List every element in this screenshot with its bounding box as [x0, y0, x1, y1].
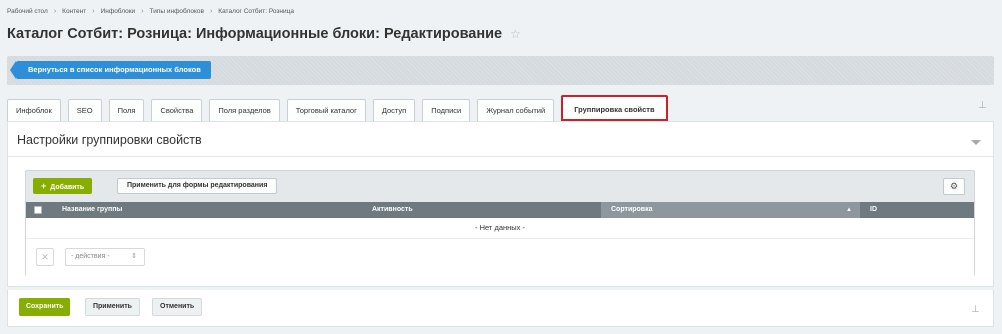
column-header-id[interactable]: ID [860, 202, 974, 218]
delete-icon[interactable]: ✕ [36, 248, 54, 266]
breadcrumb-separator: › [53, 8, 57, 15]
tab-section-fields[interactable]: Поля разделов [209, 99, 280, 121]
breadcrumb: Рабочий стол › Контент › Инфоблоки › Тип… [7, 8, 294, 15]
save-button[interactable]: Сохранить [19, 298, 71, 316]
cancel-button[interactable]: Отменить [152, 298, 203, 316]
column-header-group-name[interactable]: Название группы [62, 202, 372, 218]
tab-seo[interactable]: SEO [67, 99, 102, 121]
tab-infoblock[interactable]: Инфоблок [7, 99, 61, 121]
add-button[interactable]: + Добавить [33, 178, 93, 194]
collapse-icon[interactable] [971, 140, 981, 145]
breadcrumb-separator: › [141, 8, 144, 15]
tab-access[interactable]: Доступ [372, 99, 416, 121]
sort-ascending-icon: ▲ [846, 207, 852, 213]
breadcrumb-item-desktop[interactable]: Рабочий стол [7, 8, 48, 15]
column-header-active[interactable]: Активность [372, 202, 601, 218]
tab-fields[interactable]: Поля [108, 99, 145, 121]
panel-title: Настройки группировки свойств [17, 133, 202, 147]
tab-event-log[interactable]: Журнал событий [477, 99, 555, 121]
tab-trade-catalog[interactable]: Торговый каталог [286, 99, 366, 121]
plus-icon: + [41, 181, 47, 191]
breadcrumb-item-catalog[interactable]: Каталог Сотбит: Розница [218, 8, 294, 15]
apply-for-edit-form-button[interactable]: Применить для формы редактирования [117, 178, 278, 194]
select-all-checkbox-cell [26, 202, 62, 218]
column-header-sort-label: Сортировка [611, 206, 653, 213]
property-groups-grid: + Добавить Применить для формы редактиров… [25, 170, 975, 276]
breadcrumb-item-infoblocks[interactable]: Инфоблоки [101, 8, 136, 15]
gear-icon[interactable]: ⚙ [943, 178, 965, 195]
star-icon[interactable]: ☆ [510, 27, 521, 41]
back-to-list-button[interactable]: Вернуться в список информационных блоков [10, 61, 211, 79]
actions-select-value: - действия - [71, 253, 110, 260]
breadcrumb-item-content[interactable]: Контент [62, 8, 86, 15]
tab-properties[interactable]: Свойства [151, 99, 203, 121]
actions-select[interactable]: - действия - ⇕ [65, 248, 145, 266]
apply-button[interactable]: Применить [85, 298, 140, 316]
context-toolbar: Вернуться в список информационных блоков [7, 56, 994, 85]
page-title: Каталог Сотбит: Розница: Информационные … [7, 26, 521, 42]
empty-grid-message: - Нет данных - [26, 218, 974, 238]
settings-panel: Настройки группировки свойств + Добавить … [7, 121, 994, 287]
form-buttons-bar: Сохранить Применить Отменить ⊥ [7, 290, 994, 327]
column-header-sort[interactable]: Сортировка ▲ [601, 202, 860, 218]
pin-icon[interactable]: ⊥ [978, 100, 987, 111]
grid-header: Название группы Активность Сортировка ▲ I… [26, 202, 974, 218]
add-button-label: Добавить [50, 184, 85, 191]
tab-captions[interactable]: Подписи [422, 99, 471, 121]
page-title-text: Каталог Сотбит: Розница: Информационные … [7, 26, 503, 42]
breadcrumb-separator: › [209, 8, 213, 15]
tab-bar: Инфоблок SEO Поля Свойства Поля разделов… [7, 95, 675, 121]
select-arrows-icon: ⇕ [131, 253, 137, 260]
select-all-checkbox[interactable] [34, 206, 42, 214]
grid-footer: ✕ - действия - ⇕ [26, 238, 974, 276]
tab-property-grouping[interactable]: Группировка свойств [561, 95, 668, 121]
breadcrumb-separator: › [92, 8, 95, 15]
pin-icon[interactable]: ⊥ [971, 304, 980, 315]
divider [8, 156, 993, 157]
breadcrumb-item-infoblock-types[interactable]: Типы инфоблоков [150, 8, 204, 15]
